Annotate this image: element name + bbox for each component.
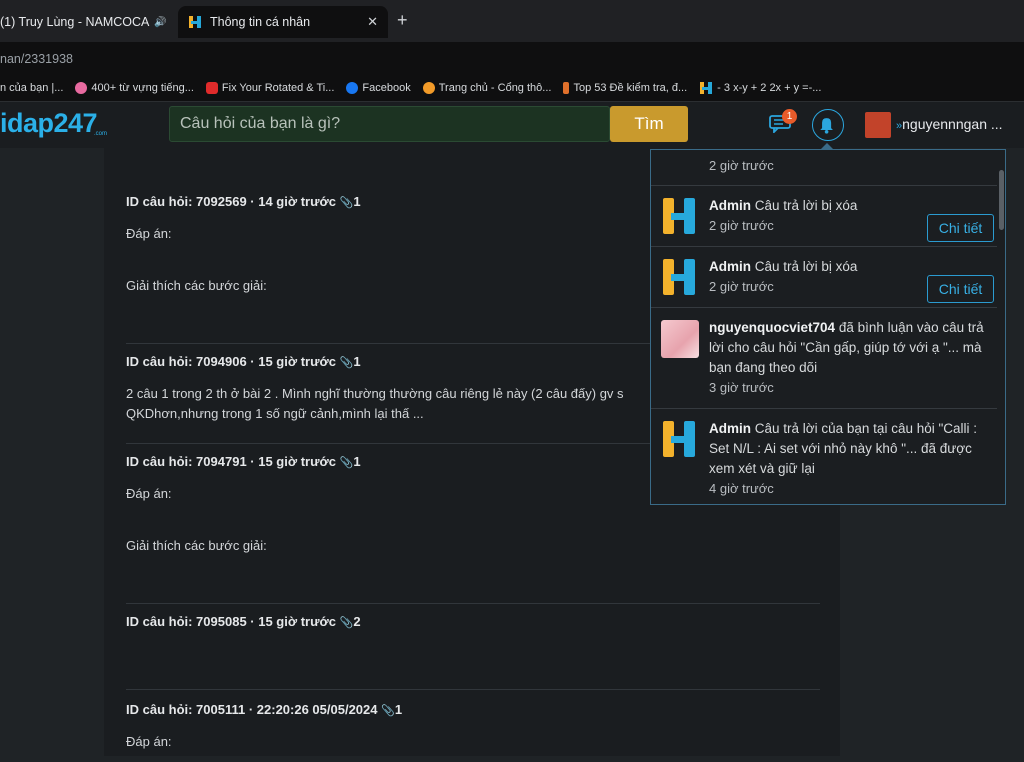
bell-icon — [820, 118, 833, 134]
notification-item[interactable]: Admin Câu trả lời bị xóa 2 giờ trước Chi … — [651, 186, 997, 247]
bookmark-item[interactable]: - 3 x-y + 2 2x + y =-... — [699, 81, 821, 95]
attachment-count: 1 — [353, 454, 361, 469]
notification-time: 3 giờ trước — [709, 380, 774, 395]
notification-item[interactable]: Admin Câu trả lời bị xóa 2 giờ trước Chi … — [651, 247, 997, 308]
tab-label: Thông tin cá nhân — [210, 15, 311, 29]
bookmark-label: n của bạn |... — [0, 81, 64, 94]
hoidap-favicon-icon — [188, 15, 202, 29]
bookmark-item[interactable]: Top 53 Đề kiểm tra, đ... — [563, 81, 688, 94]
hoidap-logo-icon — [663, 198, 695, 234]
site-logo[interactable]: idap247 — [0, 108, 98, 139]
notification-bell-button[interactable] — [812, 109, 844, 141]
site-logo-sub: .com — [94, 131, 108, 137]
question-id: ID câu hỏi: 7094906 · 15 giờ trước — [126, 354, 336, 369]
question-line: Đáp án: — [126, 734, 172, 749]
notification-user: Admin — [709, 198, 751, 213]
new-tab-plus-icon[interactable]: + — [397, 10, 408, 31]
youtube-icon — [205, 81, 218, 94]
attachment-count: 1 — [353, 194, 361, 209]
site-header: idap247 .com Tìm 1 »nguyennngan ... — [0, 102, 1024, 148]
notification-user: Admin — [709, 259, 751, 274]
question-id: ID câu hỏi: 7005111 · 22:20:26 05/05/202… — [126, 702, 378, 717]
detail-button[interactable]: Chi tiết — [927, 214, 994, 242]
bookmark-item[interactable]: 400+ từ vựng tiếng... — [75, 81, 194, 94]
question-line: Giải thích các bước giải: — [126, 538, 267, 553]
bookmark-label: - 3 x-y + 2 2x + y =-... — [717, 81, 822, 94]
notification-dropdown: 2 giờ trước Admin Câu trả lời bị xóa 2 gi… — [650, 149, 1006, 505]
user-name-label: nguyennngan ... — [902, 116, 1003, 132]
notification-user: nguyenquocviet704 — [709, 320, 836, 335]
notification-text: Câu trả lời bị xóa — [754, 259, 858, 274]
tab-profile[interactable]: Thông tin cá nhân ✕ — [178, 6, 388, 38]
attachment-count: 2 — [353, 614, 361, 629]
search-input[interactable] — [169, 106, 610, 142]
question-header: ID câu hỏi: 7095085 · 15 giờ trước 📎2 — [126, 614, 820, 634]
address-bar[interactable]: nan/2331938 — [0, 42, 1024, 74]
notification-item[interactable]: nguyenquocviet704 đã bình luận vào câu t… — [651, 308, 997, 409]
close-icon[interactable]: ✕ — [367, 14, 378, 30]
notification-time: 2 giờ trước — [709, 158, 774, 173]
list-item[interactable]: ID câu hỏi: 7005111 · 22:20:26 05/05/202… — [126, 702, 820, 762]
attachment-icon: 📎 — [339, 457, 354, 469]
chat-badge: 1 — [782, 109, 797, 124]
notification-time: 4 giờ trước — [709, 481, 774, 496]
hoidap-logo-icon — [663, 259, 695, 295]
search-button[interactable]: Tìm — [610, 106, 688, 142]
list-item[interactable]: ID câu hỏi: 7095085 · 15 giờ trước 📎2 — [126, 614, 820, 690]
bookmark-item[interactable]: Trang chủ - Cổng thô... — [422, 81, 552, 94]
attachment-count: 1 — [394, 702, 403, 717]
hoidap-favicon-icon — [699, 81, 713, 95]
bookmark-favicon-icon — [75, 81, 88, 94]
question-id: ID câu hỏi: 7095085 · 15 giờ trước — [126, 614, 336, 629]
notification-item[interactable]: Admin Câu trả lời của bạn tại câu hỏi "C… — [651, 409, 997, 504]
hoidap-logo-icon — [663, 421, 695, 457]
avatar — [661, 320, 699, 358]
bookmark-favicon-icon — [563, 81, 570, 94]
tab-label: (1) Truy Lùng - NAMCOCAIN (Official Mu — [0, 15, 150, 29]
url-text: nan/2331938 — [0, 52, 73, 66]
bookmark-label: Trang chủ - Cổng thô... — [438, 81, 552, 94]
bookmark-item[interactable]: Fix Your Rotated & Ti... — [205, 81, 335, 94]
notification-user: Admin — [709, 421, 751, 436]
notification-time: 2 giờ trước — [709, 218, 774, 233]
notification-item[interactable]: 2 giờ trước — [651, 150, 997, 186]
tab-bar: (1) Truy Lùng - NAMCOCAIN (Official Mu 🔊… — [0, 0, 1024, 42]
bookmark-label: 400+ từ vựng tiếng... — [91, 81, 194, 94]
avatar[interactable] — [865, 112, 891, 138]
bookmark-favicon-icon — [422, 81, 435, 94]
attachment-icon: 📎 — [339, 617, 354, 629]
notification-text: Câu trả lời bị xóa — [754, 198, 858, 213]
detail-button[interactable]: Chi tiết — [927, 275, 994, 303]
tab-music[interactable]: (1) Truy Lùng - NAMCOCAIN (Official Mu 🔊 — [0, 6, 175, 38]
scrollbar-thumb[interactable] — [999, 170, 1004, 230]
bookmark-item[interactable]: n của bạn |... — [0, 82, 63, 94]
user-menu-name[interactable]: »nguyennngan ... — [896, 116, 1003, 132]
bookmark-item[interactable]: Facebook — [346, 81, 411, 94]
bookmark-label: Fix Your Rotated & Ti... — [221, 81, 335, 94]
attachment-icon: 📎 — [381, 705, 395, 717]
question-id: ID câu hỏi: 7092569 · 14 giờ trước — [126, 194, 336, 209]
notification-time: 2 giờ trước — [709, 279, 774, 294]
attachment-count: 1 — [353, 354, 361, 369]
attachment-icon: 📎 — [339, 357, 354, 369]
question-id: ID câu hỏi: 7094791 · 15 giờ trước — [126, 454, 336, 469]
bookmark-label: Facebook — [362, 81, 411, 94]
question-header: ID câu hỏi: 7005111 · 22:20:26 05/05/202… — [126, 702, 820, 722]
bookmarks-bar: n của bạn |... 400+ từ vựng tiếng... Fix… — [0, 74, 1024, 102]
facebook-icon — [346, 81, 359, 94]
bookmark-label: Top 53 Đề kiểm tra, đ... — [573, 81, 688, 94]
speaker-icon[interactable]: 🔊 — [154, 17, 166, 28]
attachment-icon: 📎 — [339, 197, 354, 209]
